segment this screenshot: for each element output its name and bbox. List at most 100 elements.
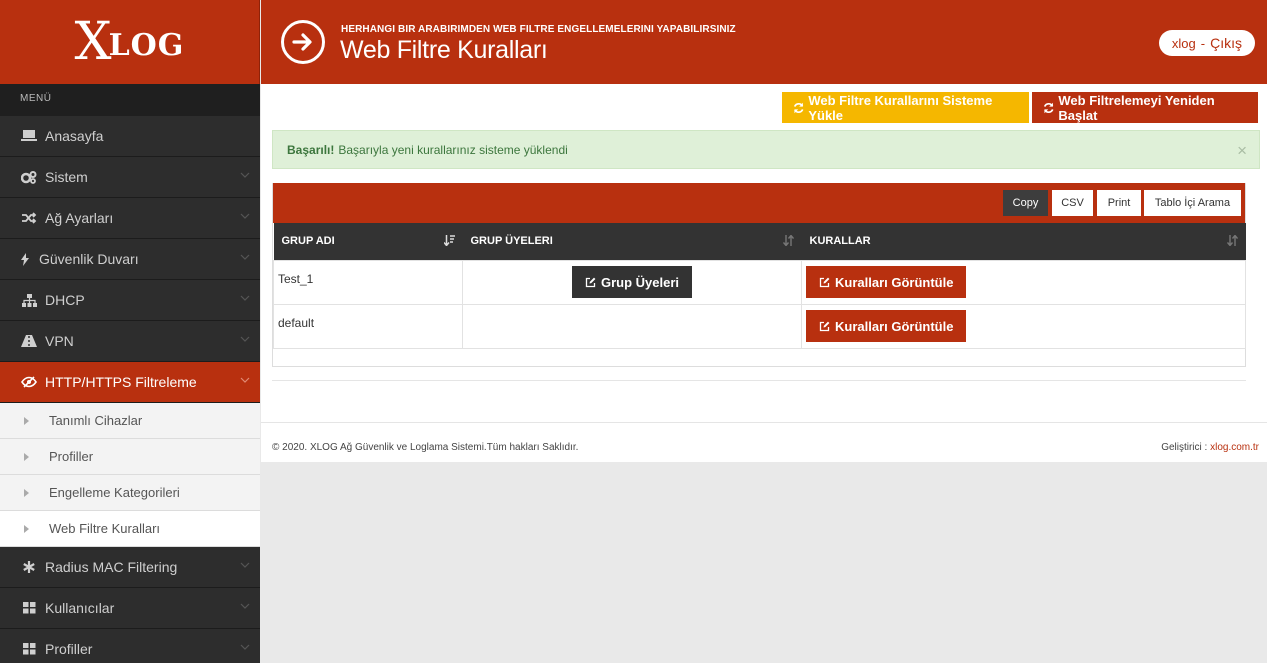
page-subtitle: HERHANGI BIR ARABIRIMDEN WEB FILTRE ENGE…: [341, 24, 736, 35]
top-header: HERHANGI BIR ARABIRIMDEN WEB FILTRE ENGE…: [261, 0, 1267, 84]
username: xlog: [1171, 35, 1196, 51]
main-content: Web Filtre Kurallarını Sisteme Yükle Web…: [261, 84, 1267, 462]
print-button[interactable]: Print: [1097, 190, 1141, 216]
restart-filter-button[interactable]: Web Filtrelemeyi Yeniden Başlat: [1032, 92, 1258, 123]
chevron-down-icon: [240, 295, 250, 301]
arrow-right-circle-icon: [281, 20, 325, 64]
divider: [261, 422, 1267, 423]
group-name-cell: default: [273, 303, 463, 349]
chevron-down-icon: [240, 562, 250, 568]
alert-message: Başarıyla yeni kurallarınız sisteme yükl…: [338, 142, 568, 157]
submenu-profiller[interactable]: Profiller: [0, 439, 260, 475]
chevron-down-icon: [240, 603, 250, 609]
sidebar-item-label: Anasayfa: [45, 128, 104, 144]
close-icon[interactable]: ×: [1237, 141, 1247, 161]
table-row: default Kuralları Görüntüle: [273, 303, 1246, 349]
menu-label: MENÜ: [0, 84, 260, 116]
sidebar-item-label: Sistem: [45, 169, 88, 185]
sidebar-item-label: VPN: [45, 333, 74, 349]
edit-icon: [819, 277, 830, 287]
logo[interactable]: XLOG: [0, 0, 260, 84]
edit-icon: [819, 321, 830, 331]
shuffle-icon: [20, 212, 38, 224]
submenu-label: Profiller: [49, 449, 94, 464]
caret-right-icon: [24, 416, 29, 425]
footer-developer: Geliştirici : xlog.com.tr: [1161, 442, 1259, 453]
developer-link[interactable]: xlog.com.tr: [1210, 442, 1259, 453]
eye-slash-icon: [20, 376, 38, 388]
sidebar-item-http-filtreleme[interactable]: HTTP/HTTPS Filtreleme: [0, 362, 260, 403]
button-label: Web Filtre Kurallarını Sisteme Yükle: [808, 92, 993, 123]
group-members-cell: Grup Üyeleri: [462, 259, 802, 305]
rules-table-panel: Copy CSV Print Tablo İçi Arama GRUP ADI …: [272, 183, 1246, 367]
sidebar-item-sistem[interactable]: Sistem: [0, 157, 260, 198]
divider: [272, 380, 1246, 381]
sidebar-item-guvenlik-duvari[interactable]: Güvenlik Duvarı: [0, 239, 260, 280]
submenu-label: Tanımlı Cihazlar: [49, 413, 143, 428]
submenu-tanimli-cihazlar[interactable]: Tanımlı Cihazlar: [0, 403, 260, 439]
rules-cell: Kuralları Görüntüle: [801, 303, 1246, 349]
column-header-grup-adi[interactable]: GRUP ADI: [273, 223, 463, 260]
success-alert: Başarılı! Başarıyla yeni kurallarınız si…: [272, 130, 1260, 169]
sidebar-item-ag-ayarlari[interactable]: Ağ Ayarları: [0, 198, 260, 239]
refresh-icon: [1043, 102, 1054, 113]
sidebar-item-kullanicilar[interactable]: Kullanıcılar: [0, 588, 260, 629]
th-icon: [20, 602, 38, 614]
sort-desc-icon: [443, 235, 455, 246]
sidebar-item-label: Profiller: [45, 641, 93, 657]
button-label: Web Filtrelemeyi Yeniden Başlat: [1058, 92, 1215, 123]
csv-button[interactable]: CSV: [1052, 190, 1093, 216]
sort-icon: [782, 235, 794, 246]
sidebar-item-label: Ağ Ayarları: [45, 210, 114, 226]
sidebar-item-radius-mac[interactable]: Radius MAC Filtering: [0, 547, 260, 588]
caret-right-icon: [24, 524, 29, 533]
footer-copyright: © 2020. XLOG Ağ Güvenlik ve Loglama Sist…: [272, 442, 579, 453]
view-rules-button[interactable]: Kuralları Görüntüle: [806, 266, 967, 298]
rules-table: GRUP ADI GRUP ÜYELERI KURALLAR Test_1 Gr…: [273, 223, 1246, 349]
caret-right-icon: [24, 488, 29, 497]
sidebar-item-vpn[interactable]: VPN: [0, 321, 260, 362]
load-rules-button[interactable]: Web Filtre Kurallarını Sisteme Yükle: [782, 92, 1029, 123]
group-members-button[interactable]: Grup Üyeleri: [571, 266, 693, 298]
bolt-icon: [20, 252, 30, 266]
sidebar-item-dhcp[interactable]: DHCP: [0, 280, 260, 321]
logo-text: XLOG: [74, 12, 185, 72]
view-rules-button[interactable]: Kuralları Görüntüle: [806, 310, 967, 342]
page-title: Web Filtre Kuralları: [340, 36, 548, 64]
th-icon: [20, 643, 38, 655]
submenu-web-filtre-kurallari[interactable]: Web Filtre Kuralları: [0, 511, 260, 547]
sidebar-item-anasayfa[interactable]: Anasayfa: [0, 116, 260, 157]
chevron-down-icon: [240, 377, 250, 383]
chevron-down-icon: [240, 254, 250, 260]
asterisk-icon: [20, 561, 38, 573]
logout-link[interactable]: Çıkış: [1210, 35, 1242, 51]
gears-icon: [20, 170, 38, 184]
edit-icon: [585, 277, 596, 287]
sort-icon: [1226, 235, 1238, 246]
user-menu: xlog - Çıkış: [1158, 30, 1255, 56]
column-header-kurallar[interactable]: KURALLAR: [801, 223, 1246, 260]
alert-strong: Başarılı!: [287, 142, 335, 157]
submenu-label: Engelleme Kategorileri: [49, 485, 180, 500]
chevron-down-icon: [240, 172, 250, 178]
sidebar-item-profiller[interactable]: Profiller: [0, 629, 260, 663]
table-search-button[interactable]: Tablo İçi Arama: [1144, 190, 1241, 216]
table-toolbar: Copy CSV Print Tablo İçi Arama: [273, 183, 1245, 223]
refresh-icon: [793, 102, 804, 113]
laptop-icon: [20, 130, 38, 142]
caret-right-icon: [24, 452, 29, 461]
sidebar-item-label: HTTP/HTTPS Filtreleme: [45, 374, 197, 390]
submenu-engelleme-kategorileri[interactable]: Engelleme Kategorileri: [0, 475, 260, 511]
column-header-grup-uyeleri[interactable]: GRUP ÜYELERI: [462, 223, 802, 260]
copy-button[interactable]: Copy: [1003, 190, 1048, 216]
chevron-down-icon: [240, 644, 250, 650]
road-icon: [20, 335, 38, 347]
sidebar-item-label: Güvenlik Duvarı: [39, 251, 139, 267]
rules-cell: Kuralları Görüntüle: [801, 259, 1246, 305]
chevron-down-icon: [240, 213, 250, 219]
developer-label: Geliştirici :: [1161, 442, 1208, 453]
sidebar-item-label: Radius MAC Filtering: [45, 559, 178, 575]
table-row: Test_1 Grup Üyeleri Kuralları Görüntüle: [273, 259, 1246, 305]
chevron-down-icon: [240, 336, 250, 342]
sidebar-item-label: Kullanıcılar: [45, 600, 115, 616]
